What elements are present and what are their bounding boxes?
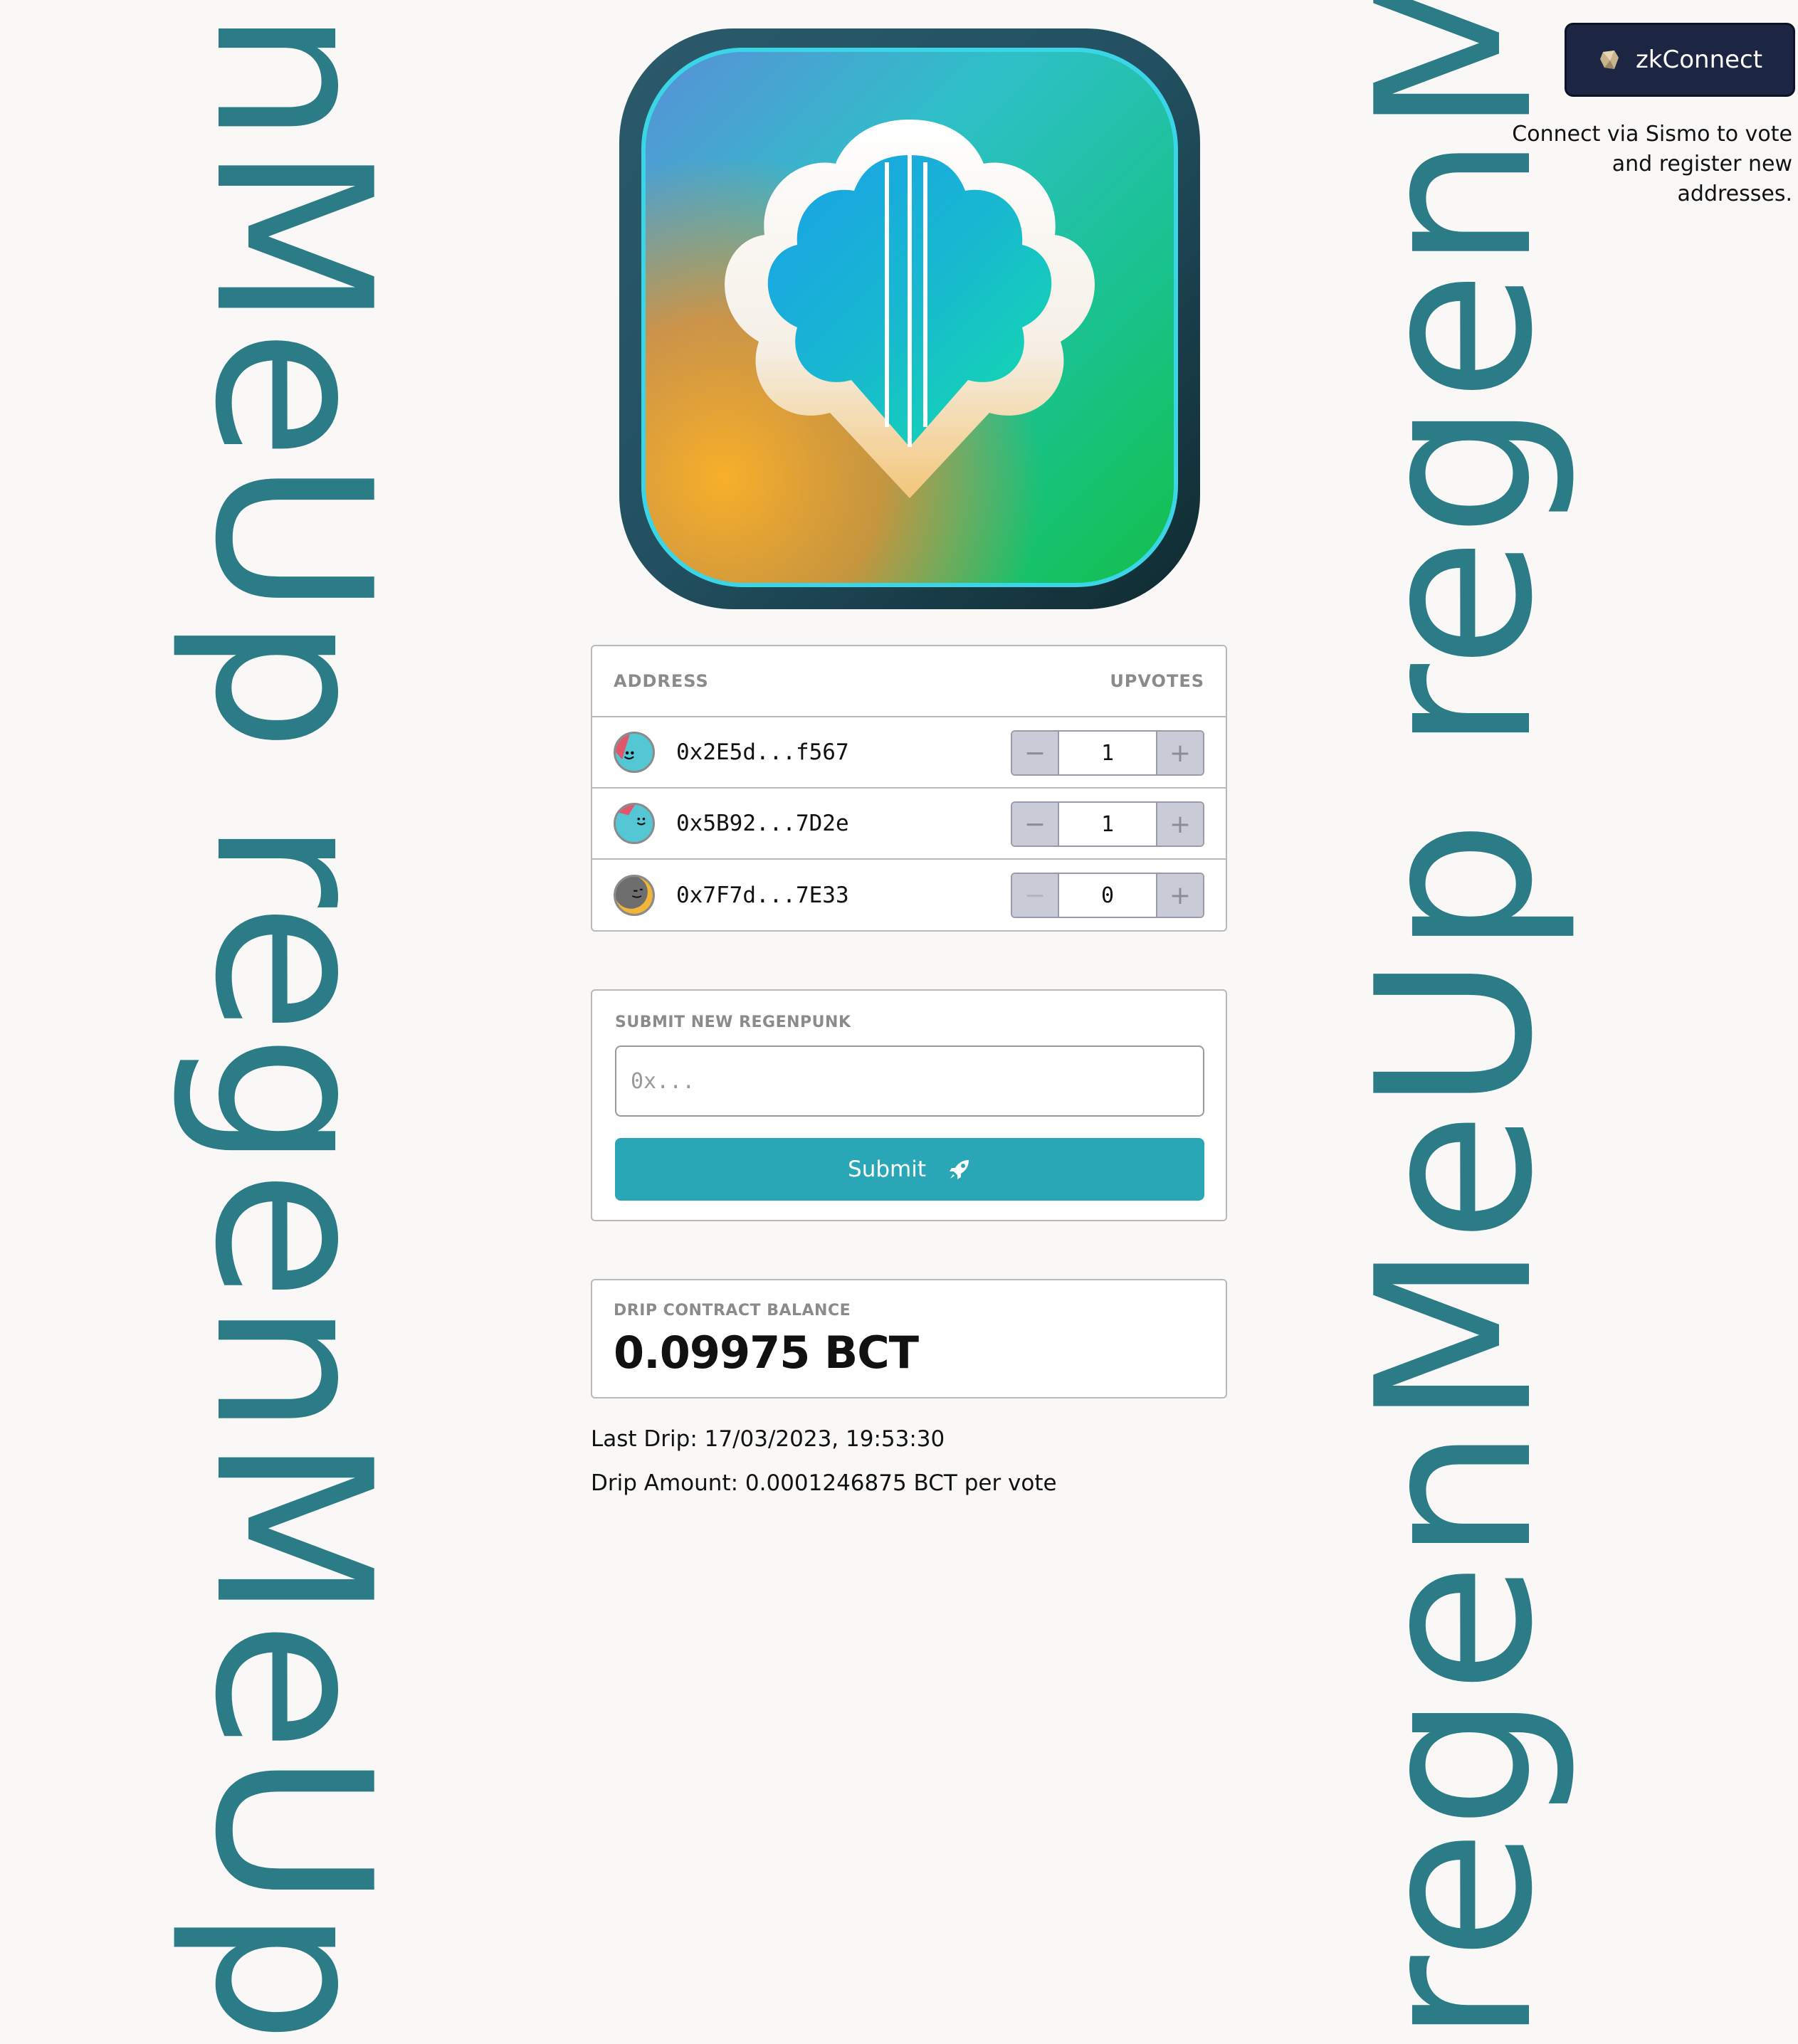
upvote-stepper[interactable]: − 1 + bbox=[1011, 730, 1204, 776]
decrement-button[interactable]: − bbox=[1012, 874, 1058, 917]
avatar bbox=[614, 732, 655, 773]
upvote-count[interactable]: 1 bbox=[1058, 732, 1157, 774]
row-address: 0x2E5d...f567 bbox=[676, 739, 849, 765]
upvote-stepper[interactable]: − 0 + bbox=[1011, 873, 1204, 918]
upvote-count[interactable]: 1 bbox=[1058, 803, 1157, 845]
table-row: 0x5B92...7D2e − 1 + bbox=[592, 789, 1226, 860]
avatar bbox=[614, 803, 655, 844]
connect-help-text: Connect via Sismo to vote and register n… bbox=[1512, 122, 1792, 206]
address-input[interactable] bbox=[615, 1045, 1204, 1117]
last-drip-text: Last Drip: 17/03/2023, 19:53:30 bbox=[591, 1426, 945, 1452]
votes-table: ADDRESS UPVOTES 0x2E5d...f567 − 1 + 0x5B… bbox=[591, 645, 1227, 932]
drip-amount-text: Drip Amount: 0.0001246875 BCT per vote bbox=[591, 1470, 1057, 1496]
increment-button[interactable]: + bbox=[1157, 803, 1203, 845]
drip-balance-card: DRIP CONTRACT BALANCE 0.09975 BCT bbox=[591, 1279, 1227, 1398]
votes-table-header: ADDRESS UPVOTES bbox=[592, 646, 1226, 717]
column-header-upvotes: UPVOTES bbox=[1110, 671, 1204, 691]
column-header-address: ADDRESS bbox=[614, 671, 709, 691]
table-row: 0x2E5d...f567 − 1 + bbox=[592, 717, 1226, 789]
increment-button[interactable]: + bbox=[1157, 874, 1203, 917]
submit-form-label: SUBMIT NEW REGENPUNK bbox=[615, 1013, 851, 1031]
background-wordmark-right: regenMeUp regenMeUp bbox=[1331, 0, 1579, 2044]
row-address: 0x7F7d...7E33 bbox=[676, 883, 849, 908]
zkconnect-label: zkConnect bbox=[1635, 46, 1763, 74]
submit-button[interactable]: Submit bbox=[615, 1138, 1204, 1201]
row-address: 0x5B92...7D2e bbox=[676, 811, 849, 836]
decrement-button[interactable]: − bbox=[1012, 732, 1058, 774]
rocket-icon bbox=[947, 1157, 972, 1181]
decrement-button[interactable]: − bbox=[1012, 803, 1058, 845]
zkconnect-button[interactable]: zkConnect bbox=[1565, 23, 1795, 97]
upvote-stepper[interactable]: − 1 + bbox=[1011, 801, 1204, 847]
table-row: 0x7F7d...7E33 − 0 + bbox=[592, 860, 1226, 930]
sismo-logo-icon bbox=[1597, 48, 1621, 72]
avatar bbox=[614, 875, 655, 916]
submit-form: SUBMIT NEW REGENPUNK Submit bbox=[591, 989, 1227, 1221]
app-logo bbox=[619, 28, 1200, 609]
submit-button-label: Submit bbox=[848, 1157, 926, 1182]
drip-balance-label: DRIP CONTRACT BALANCE bbox=[614, 1302, 851, 1319]
increment-button[interactable]: + bbox=[1157, 732, 1203, 774]
upvote-count[interactable]: 0 bbox=[1058, 874, 1157, 917]
background-wordmark-left: regenMeUp regenMeUp bbox=[168, 0, 416, 2044]
drip-balance-value: 0.09975 BCT bbox=[614, 1327, 919, 1379]
